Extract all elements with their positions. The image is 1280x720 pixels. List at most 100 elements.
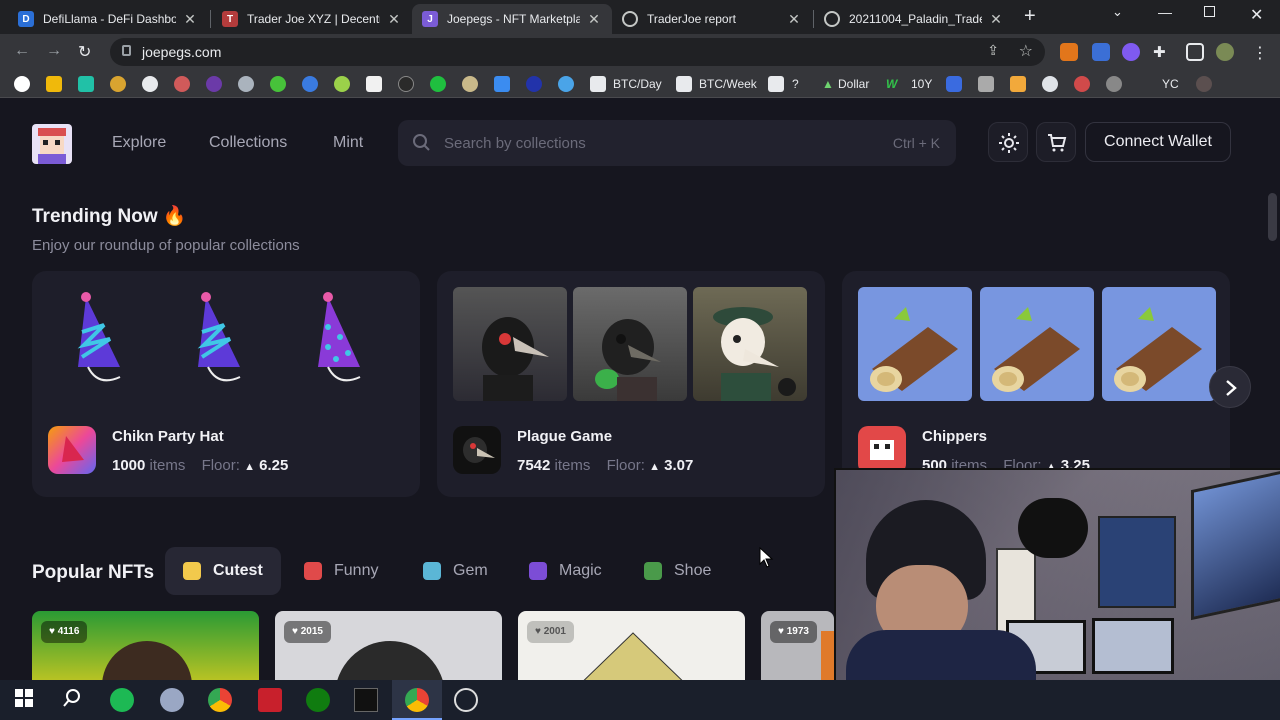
profile-avatar[interactable] xyxy=(1216,43,1234,61)
bookmark-icon[interactable] xyxy=(1196,76,1212,92)
menu-kebab-icon[interactable]: ⋮ xyxy=(1252,43,1270,62)
bookmark-icon[interactable] xyxy=(1010,76,1026,92)
back-icon[interactable]: ← xyxy=(14,42,30,60)
nav-explore[interactable]: Explore xyxy=(112,134,166,152)
app-icon[interactable] xyxy=(160,688,184,712)
tab-magic[interactable]: Magic xyxy=(511,547,620,595)
tab-cutest[interactable]: Cutest xyxy=(165,547,281,595)
bookmark-icon[interactable] xyxy=(14,76,30,92)
close-tab-icon[interactable]: ✕ xyxy=(386,11,402,28)
bookmark-icon[interactable] xyxy=(238,76,254,92)
game-icon[interactable] xyxy=(354,688,378,712)
binance-icon[interactable] xyxy=(46,76,62,92)
browser-tab-traderjoe-report[interactable]: TraderJoe report ✕ xyxy=(612,4,812,34)
bookmark-icon[interactable] xyxy=(462,76,478,92)
nft-thumbnail[interactable] xyxy=(453,287,567,401)
nav-collections[interactable]: Collections xyxy=(209,134,287,152)
close-tab-icon[interactable]: ✕ xyxy=(182,11,198,28)
browser-tab-paladin[interactable]: 20211004_Paladin_TraderJoe ✕ xyxy=(814,4,1014,34)
bookmark-question[interactable]: ? xyxy=(792,77,799,91)
new-tab-button[interactable]: + xyxy=(1024,5,1036,28)
windows-start-icon[interactable] xyxy=(14,688,38,712)
search-icon[interactable] xyxy=(62,688,86,712)
bookmark-btc-week[interactable]: BTC/Week xyxy=(699,77,757,91)
bookmark-icon[interactable] xyxy=(1074,76,1090,92)
browser-tab-joepegs[interactable]: J Joepegs - NFT Marketplace ✕ xyxy=(412,4,612,34)
bookmark-icon[interactable] xyxy=(526,76,542,92)
minimize-button[interactable]: — xyxy=(1158,4,1172,20)
bookmark-icon[interactable] xyxy=(366,76,382,92)
close-window-button[interactable]: ✕ xyxy=(1250,5,1263,25)
bookmark-icon[interactable] xyxy=(558,76,574,92)
nft-thumbnail[interactable] xyxy=(858,287,972,401)
tab-funny[interactable]: Funny xyxy=(286,547,396,595)
bookmark-icon[interactable] xyxy=(110,76,126,92)
bookmark-btc-day[interactable]: BTC/Day xyxy=(613,77,662,91)
extension-icon[interactable] xyxy=(1122,43,1140,61)
bookmark-yc[interactable]: YC xyxy=(1162,77,1179,91)
collection-card-plague-game[interactable]: Plague Game 7542 items Floor: ▲ 3.07 xyxy=(437,271,825,497)
page-scrollbar[interactable] xyxy=(1268,193,1277,241)
bookmark-icon[interactable] xyxy=(978,76,994,92)
extensions-puzzle-icon[interactable]: ✚ xyxy=(1153,43,1171,61)
tradingview-icon[interactable] xyxy=(676,76,692,92)
like-badge[interactable]: ♥ 4116 xyxy=(41,621,88,643)
theme-toggle-button[interactable] xyxy=(988,122,1028,162)
joepegs-logo[interactable] xyxy=(32,124,72,164)
xbox-icon[interactable] xyxy=(306,688,330,712)
cart-button[interactable] xyxy=(1036,122,1076,162)
collection-name[interactable]: Plague Game xyxy=(517,428,612,445)
forward-icon[interactable]: → xyxy=(46,42,62,60)
close-tab-icon[interactable]: ✕ xyxy=(586,11,602,28)
bookmark-icon[interactable] xyxy=(206,76,222,92)
taskbar-active-app[interactable] xyxy=(392,680,442,720)
collection-card-chikn-party-hat[interactable]: Chikn Party Hat 1000 items Floor: ▲ 6.25 xyxy=(32,271,420,497)
nft-card[interactable]: ♥ 4116 xyxy=(32,611,259,680)
spotify-icon[interactable] xyxy=(110,688,134,712)
connect-wallet-button[interactable]: Connect Wallet xyxy=(1085,122,1231,162)
close-tab-icon[interactable]: ✕ xyxy=(988,11,1004,28)
bookmark-icon[interactable] xyxy=(494,76,510,92)
bookmark-icon[interactable] xyxy=(174,76,190,92)
nav-mint[interactable]: Mint xyxy=(333,134,363,152)
nft-thumbnail[interactable] xyxy=(288,287,402,401)
bookmark-icon[interactable] xyxy=(1042,76,1058,92)
tradingview-icon[interactable] xyxy=(590,76,606,92)
nft-thumbnail[interactable] xyxy=(980,287,1094,401)
gear-icon[interactable] xyxy=(1106,76,1122,92)
metamask-icon[interactable] xyxy=(1060,43,1078,61)
app-icon[interactable] xyxy=(258,688,282,712)
like-badge[interactable]: ♥ 2001 xyxy=(527,621,574,643)
carousel-next-button[interactable] xyxy=(1209,366,1251,408)
tradingview-icon[interactable] xyxy=(768,76,784,92)
bookmark-icon[interactable] xyxy=(334,76,350,92)
side-panel-icon[interactable] xyxy=(1186,43,1204,61)
bookmark-star-icon[interactable]: ☆ xyxy=(1019,41,1033,61)
browser-tab-defillama[interactable]: D DefiLlama - DeFi Dashboard ✕ xyxy=(8,4,208,34)
bookmark-icon[interactable] xyxy=(398,76,414,92)
bookmark-dollar[interactable]: Dollar xyxy=(838,77,869,91)
tab-shoe[interactable]: Shoe xyxy=(626,547,729,595)
nft-card[interactable]: ♥ 2001 xyxy=(518,611,745,680)
tab-search-chevron-icon[interactable]: ⌄ xyxy=(1112,4,1123,20)
collection-name[interactable]: Chippers xyxy=(922,428,987,445)
bookmark-icon[interactable] xyxy=(270,76,286,92)
chrome-icon[interactable] xyxy=(208,688,232,712)
reload-icon[interactable]: ↻ xyxy=(78,42,91,62)
nft-thumbnail[interactable] xyxy=(168,287,282,401)
bookmark-icon[interactable] xyxy=(142,76,158,92)
like-badge[interactable]: ♥ 1973 xyxy=(770,621,817,643)
restore-button[interactable] xyxy=(1204,6,1215,17)
bookmark-icon[interactable] xyxy=(78,76,94,92)
nft-thumbnail[interactable] xyxy=(693,287,807,401)
obs-icon[interactable] xyxy=(454,688,478,712)
like-badge[interactable]: ♥ 2015 xyxy=(284,621,331,643)
collection-name[interactable]: Chikn Party Hat xyxy=(112,428,224,445)
search-input[interactable]: Search by collections Ctrl + K xyxy=(398,120,956,166)
nft-thumbnail[interactable] xyxy=(1102,287,1216,401)
close-tab-icon[interactable]: ✕ xyxy=(786,11,802,28)
nft-thumbnail[interactable] xyxy=(573,287,687,401)
collection-card-chippers[interactable]: Chippers 500 items Floor: ▲ 3.25 xyxy=(842,271,1230,497)
bookmark-icon[interactable] xyxy=(302,76,318,92)
address-bar[interactable]: joepegs.com ⇪ ☆ xyxy=(110,38,1045,66)
